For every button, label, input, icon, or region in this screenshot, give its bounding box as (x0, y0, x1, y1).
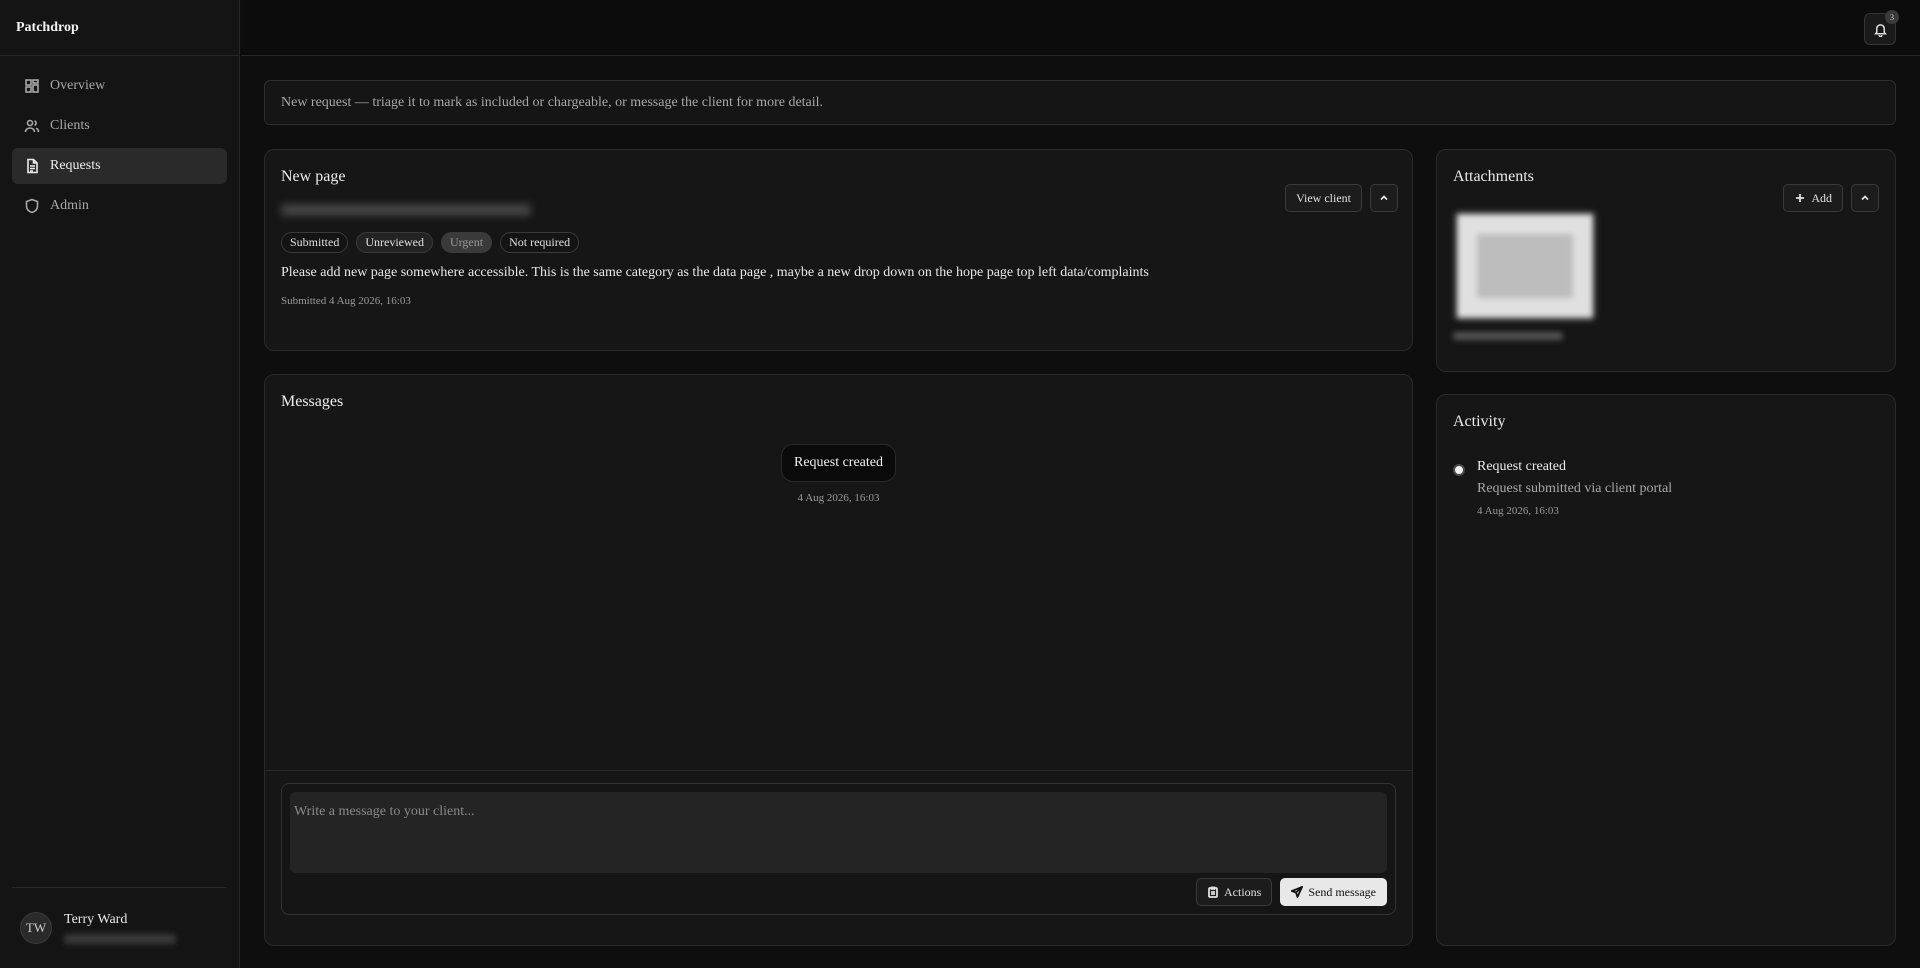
sidebar-item-label: Requests (50, 158, 101, 173)
activity-item-time: 4 Aug 2026, 16:03 (1477, 505, 1559, 517)
app-logo[interactable]: Patchdrop (0, 0, 239, 56)
attachments-card: Attachments Add (1436, 149, 1896, 372)
avatar: TW (20, 912, 52, 944)
message-composer: Write a message to your client... Action… (281, 783, 1396, 915)
sidebar-nav: Overview Clients Requests Admin (0, 56, 239, 240)
status-badges: Submitted Unreviewed Urgent Not required (281, 232, 1396, 253)
user-email-redacted (64, 934, 176, 944)
message-time: 4 Aug 2026, 16:03 (797, 492, 880, 504)
triage-banner: New request — triage it to mark as inclu… (264, 80, 1896, 125)
collapse-request-button[interactable] (1370, 184, 1398, 212)
activity-item-subtitle: Request submitted via client portal (1477, 481, 1673, 496)
sidebar-item-label: Overview (50, 78, 106, 93)
notification-count-badge: 3 (1885, 10, 1899, 24)
billing-badge[interactable]: Not required (500, 232, 580, 253)
sidebar: Patchdrop Overview Clients Requests Admi… (0, 0, 240, 968)
view-client-button[interactable]: View client (1285, 184, 1362, 212)
sidebar-item-requests[interactable]: Requests (12, 148, 227, 184)
add-attachment-label: Add (1811, 190, 1832, 205)
chevron-up-icon (1380, 195, 1388, 201)
priority-badge[interactable]: Urgent (440, 232, 493, 253)
sidebar-item-label: Admin (50, 198, 89, 213)
message-input[interactable]: Write a message to your client... (290, 792, 1387, 873)
request-title: New page (281, 168, 346, 185)
composer-area: Write a message to your client... Action… (265, 770, 1412, 945)
user-menu[interactable]: TW Terry Ward (12, 887, 227, 944)
shield-icon (25, 198, 39, 214)
status-badge[interactable]: Submitted (281, 232, 349, 253)
top-bar: 3 (241, 0, 1920, 56)
attachment-filename-redacted (1453, 332, 1563, 340)
bell-icon (1873, 23, 1887, 37)
request-submitted-time: Submitted 4 Aug 2026, 16:03 (281, 295, 411, 307)
message-list: Request created 4 Aug 2026, 16:03 (265, 444, 1412, 504)
activity-title: Activity (1453, 413, 1506, 430)
activity-item: Request created Request submitted via cl… (1453, 459, 1879, 517)
attachment-thumbnail[interactable] (1453, 210, 1597, 322)
message-bubble: Request created (780, 444, 896, 482)
request-card: New page View client Submitted Unreviewe… (264, 149, 1413, 351)
add-attachment-button[interactable]: Add (1783, 184, 1843, 212)
send-message-label: Send message (1308, 884, 1376, 899)
messages-title: Messages (281, 393, 344, 410)
actions-button-label: Actions (1224, 884, 1262, 899)
review-badge[interactable]: Unreviewed (356, 232, 433, 253)
send-message-button[interactable]: Send message (1280, 878, 1387, 906)
plus-icon (1796, 194, 1805, 202)
file-icon (27, 158, 38, 174)
clipboard-icon (1208, 886, 1218, 898)
send-icon (1291, 886, 1304, 898)
users-icon (24, 119, 40, 133)
actions-button[interactable]: Actions (1196, 878, 1273, 906)
request-meta-redacted (281, 204, 531, 216)
grid-icon (25, 79, 39, 93)
sidebar-item-label: Clients (50, 118, 90, 133)
collapse-attachments-button[interactable] (1851, 184, 1879, 212)
activity-item-title: Request created (1477, 459, 1567, 474)
activity-card: Activity Request created Request submitt… (1436, 394, 1896, 946)
attachment-item[interactable] (1453, 210, 1601, 340)
chevron-up-icon (1861, 195, 1869, 201)
request-description: Please add new page somewhere accessible… (281, 265, 1149, 280)
messages-card: Messages Request created 4 Aug 2026, 16:… (264, 374, 1413, 946)
notifications-button[interactable]: 3 (1864, 10, 1899, 45)
sidebar-item-clients[interactable]: Clients (12, 108, 227, 144)
user-name: Terry Ward (64, 912, 128, 927)
attachments-title: Attachments (1453, 168, 1534, 185)
sidebar-item-overview[interactable]: Overview (12, 68, 227, 104)
timeline-dot-icon (1453, 464, 1465, 476)
sidebar-item-admin[interactable]: Admin (12, 188, 227, 224)
